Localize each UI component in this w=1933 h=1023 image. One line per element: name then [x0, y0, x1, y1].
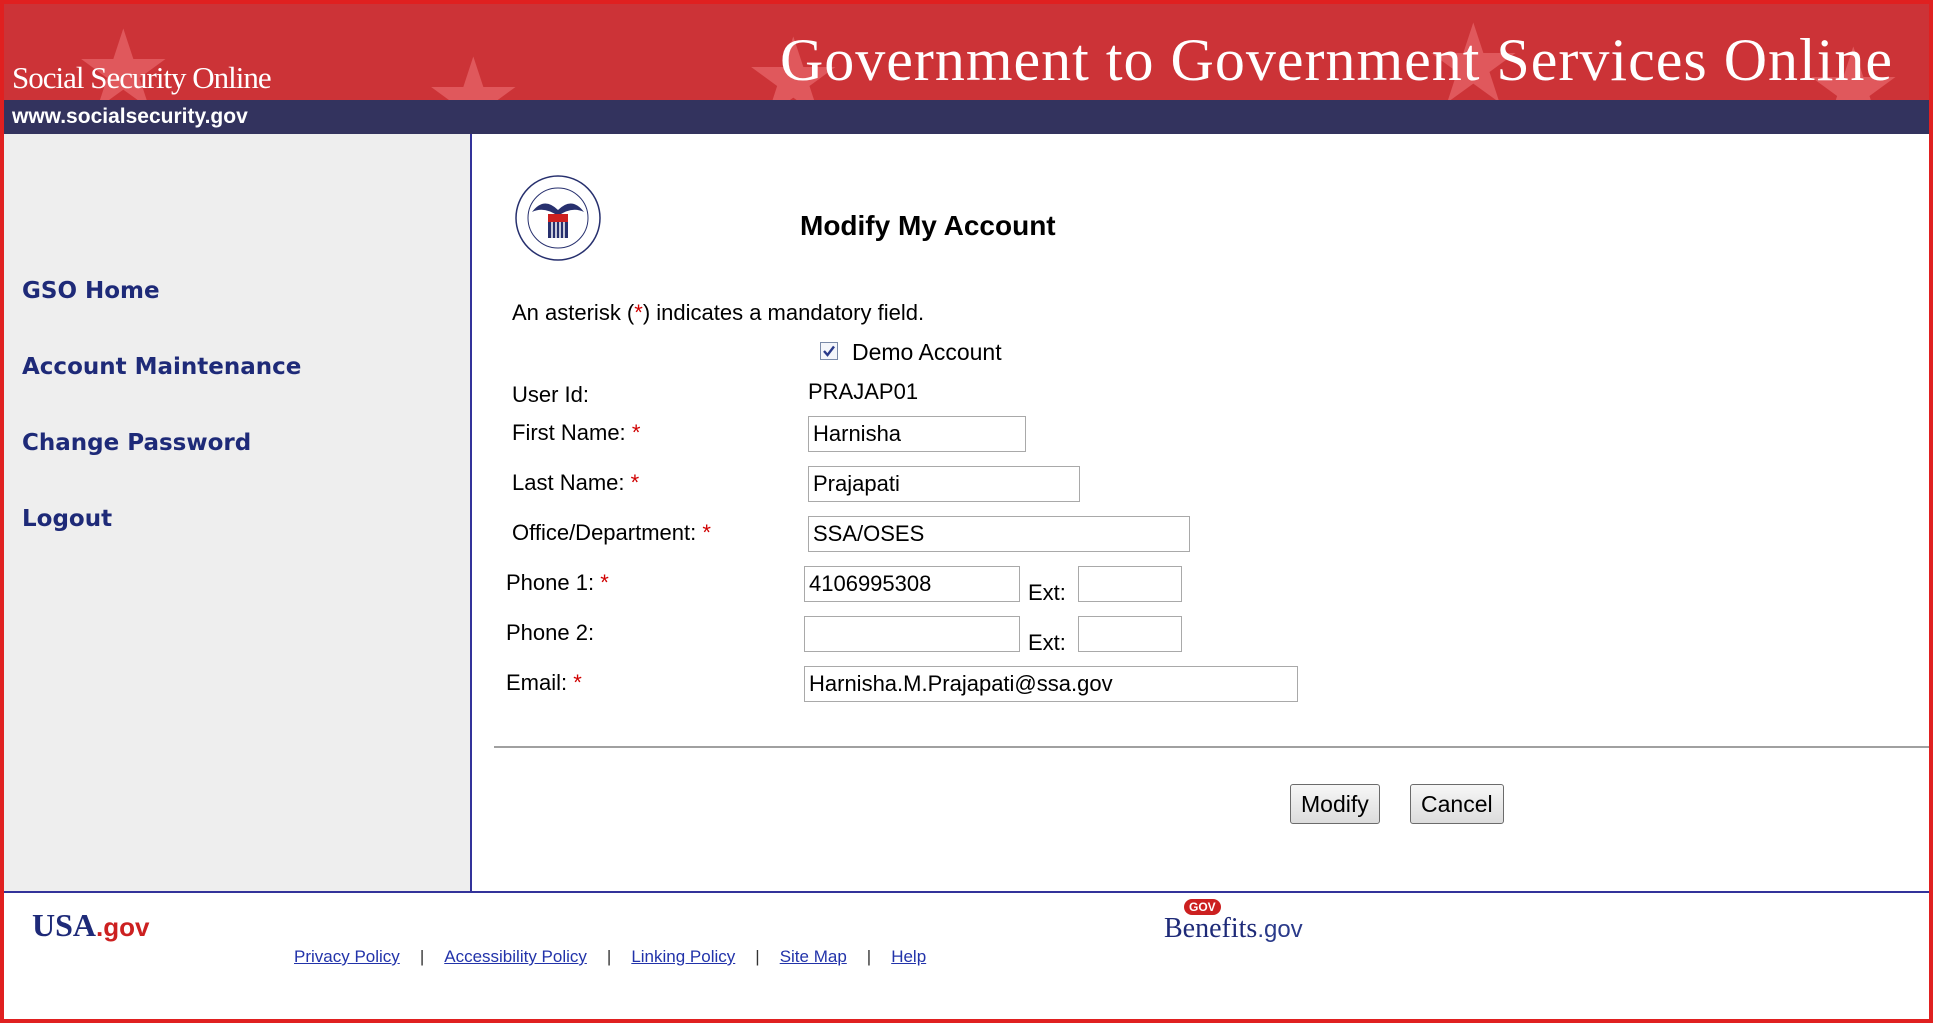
page-title: Modify My Account [800, 210, 1056, 241]
user-id-value: PRAJAP01 [808, 379, 919, 404]
benefits-gov-badge: GOV [1184, 899, 1221, 915]
benefits-logo-gov: .gov [1257, 916, 1303, 943]
required-marker: * [702, 520, 711, 545]
required-marker: * [600, 570, 609, 595]
link-separator: | [419, 947, 425, 966]
site-url: www.socialsecurity.gov [12, 105, 248, 128]
footer: USA.gov Privacy Policy | Accessibility Pol… [4, 891, 1929, 1019]
phone2-ext-field[interactable] [1078, 616, 1182, 652]
phone2-label: Phone 2: [506, 620, 595, 645]
office-label: Office/Department: * [512, 520, 711, 546]
phone1-field[interactable] [804, 566, 1020, 602]
first-name-field[interactable] [808, 416, 1026, 452]
link-separator: | [606, 947, 612, 966]
required-marker: * [631, 420, 641, 445]
demo-account-checkbox[interactable] [820, 342, 838, 360]
footer-link-linking-policy[interactable]: Linking Policy [631, 947, 735, 966]
sidebar-item-change-password[interactable]: Change Password [22, 430, 251, 456]
site-title: Government to Government Services Online [779, 27, 1893, 93]
link-separator: | [866, 947, 872, 966]
ssa-seal-icon [515, 175, 601, 261]
usa-logo-text: USA [32, 907, 97, 943]
office-label-text: Office/Department: [512, 520, 697, 545]
mandatory-note: An asterisk (*) indicates a mandatory fi… [512, 300, 924, 326]
office-department-field[interactable] [808, 516, 1190, 552]
page-frame: ★ ★ ★ ★ ★ Social Security Online Governm… [0, 0, 1933, 1023]
sidebar-item-account-maintenance[interactable]: Account Maintenance [22, 354, 301, 380]
email-label: Email: * [506, 670, 582, 696]
last-name-field[interactable] [808, 466, 1080, 502]
email-label-text: Email: [506, 670, 568, 695]
first-name-label-text: First Name: [512, 420, 626, 445]
user-id-label: User Id: [512, 382, 590, 407]
last-name-label-text: Last Name: [512, 470, 625, 495]
usa-logo-gov: .gov [96, 912, 150, 942]
note-text-before: An asterisk ( [512, 300, 635, 325]
sidebar-item-logout[interactable]: Logout [22, 506, 112, 532]
checkmark-icon [823, 345, 835, 357]
modify-button[interactable]: Modify [1290, 784, 1380, 824]
phone1-ext-field[interactable] [1078, 566, 1182, 602]
url-bar: www.socialsecurity.gov [4, 100, 1929, 134]
footer-link-privacy-policy[interactable]: Privacy Policy [294, 947, 400, 966]
first-name-label: First Name: * [512, 420, 640, 446]
last-name-label: Last Name: * [512, 470, 639, 496]
star-icon: ★ [424, 37, 523, 101]
required-marker: * [630, 470, 640, 495]
form-divider [494, 746, 1929, 748]
demo-account-label: Demo Account [852, 339, 1002, 365]
cancel-button[interactable]: Cancel [1410, 784, 1504, 824]
header-banner: ★ ★ ★ ★ ★ Social Security Online Governm… [4, 4, 1929, 100]
org-name: Social Security Online [12, 60, 272, 95]
note-text-after: ) indicates a mandatory field. [642, 300, 925, 325]
phone1-label-text: Phone 1: [506, 570, 595, 595]
sidebar-item-gso-home[interactable]: GSO Home [22, 278, 160, 304]
main-content: Modify My Account An asterisk (*) indica… [472, 134, 1929, 891]
footer-links: Privacy Policy | Accessibility Policy | Link… [294, 947, 926, 967]
usa-gov-logo[interactable]: USA.gov [32, 907, 149, 944]
footer-link-site-map[interactable]: Site Map [780, 947, 847, 966]
phone2-ext-label: Ext: [1028, 630, 1066, 655]
required-marker: * [573, 670, 582, 695]
email-field[interactable] [804, 666, 1298, 702]
benefits-logo-text: Benefits [1164, 913, 1258, 944]
sidebar: GSO Home Account Maintenance Change Pass… [4, 134, 472, 891]
phone1-label: Phone 1: * [506, 570, 609, 596]
phone2-field[interactable] [804, 616, 1020, 652]
link-separator: | [755, 947, 760, 966]
required-marker: * [634, 300, 643, 325]
benefits-gov-logo[interactable]: GOV Benefits.gov [1164, 899, 1303, 945]
footer-link-help[interactable]: Help [891, 947, 926, 966]
phone1-ext-label: Ext: [1028, 580, 1066, 605]
footer-link-accessibility-policy[interactable]: Accessibility Policy [444, 947, 587, 966]
